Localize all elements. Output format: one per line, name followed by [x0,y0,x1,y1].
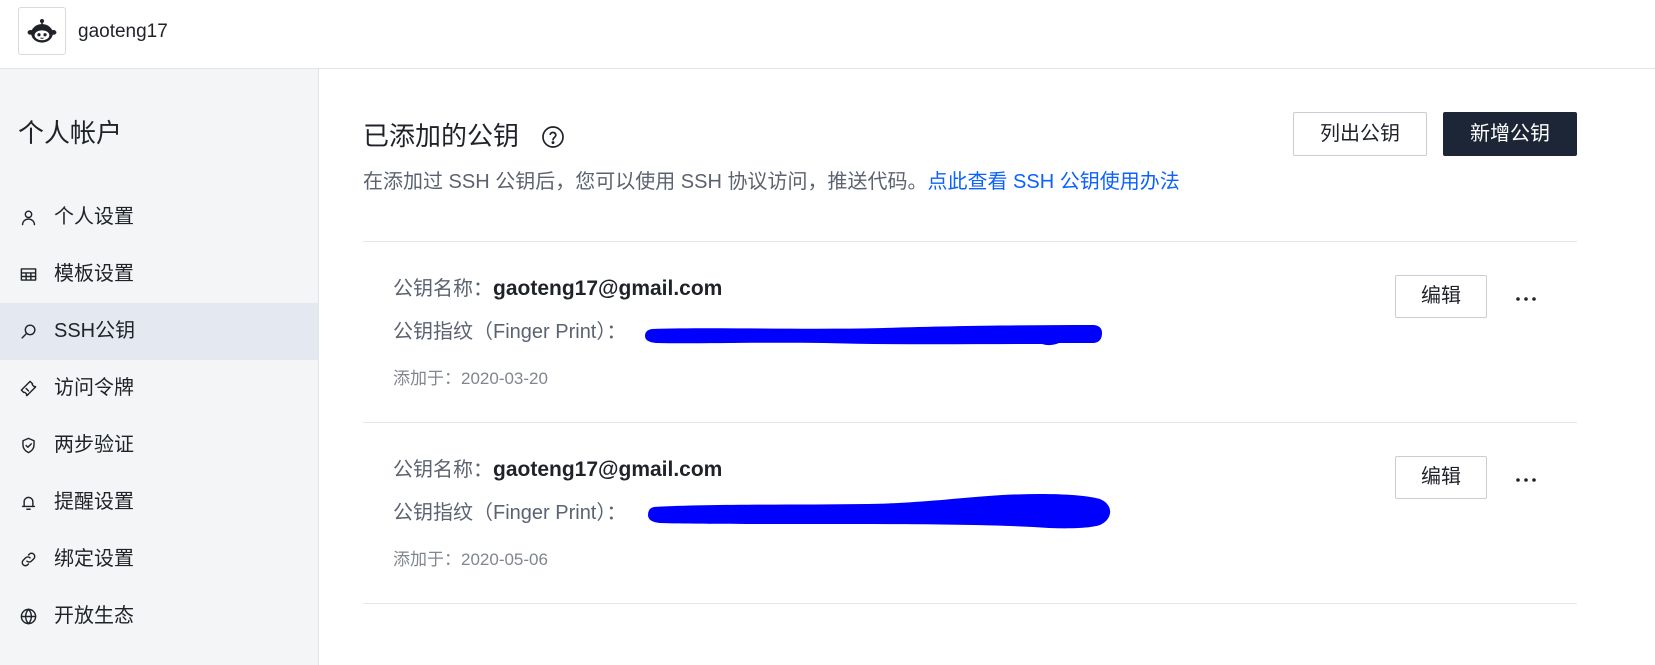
key-name-label: 公钥名称： [393,278,493,300]
key-added-date: 添加于：2020-05-06 [393,549,548,571]
sidebar-item-label: 两步验证 [54,434,134,456]
ssh-key-item: 公钥名称：gaoteng17@gmail.com 公钥指纹（Finger Pri… [363,423,1577,604]
key-name-value: gaoteng17@gmail.com [493,458,723,481]
sidebar-item-binding-settings[interactable]: 绑定设置 [0,531,318,588]
ssh-key-help-link[interactable]: 点此查看 SSH 公钥使用办法 [927,171,1179,193]
sidebar: 个人帐户 个人设置 模板设置 SSH公钥 访问令牌 两步验证 提醒设置 绑定设置… [0,69,319,665]
key-fingerprint-label: 公钥指纹（Finger Print）： [393,321,627,343]
sidebar-item-personal-settings[interactable]: 个人设置 [0,189,318,246]
table-icon [19,265,38,284]
sidebar-menu: 个人设置 模板设置 SSH公钥 访问令牌 两步验证 提醒设置 绑定设置 开放生态 [0,189,318,645]
sidebar-item-label: 个人设置 [54,206,134,228]
edit-key-button[interactable]: 编辑 [1395,456,1487,499]
bell-icon [19,493,38,512]
sidebar-item-label: 绑定设置 [54,548,134,570]
edit-key-button[interactable]: 编辑 [1395,275,1487,318]
page-title: 已添加的公钥 [363,121,520,151]
user-icon [19,208,38,227]
page-description: 在添加过 SSH 公钥后，您可以使用 SSH 协议访问，推送代码。点此查看 SS… [363,169,1180,195]
sidebar-item-open-ecosystem[interactable]: 开放生态 [0,588,318,645]
sidebar-item-notification-settings[interactable]: 提醒设置 [0,474,318,531]
sidebar-item-label: SSH公钥 [54,320,136,342]
question-circle-icon[interactable] [541,125,565,149]
key-added-date: 添加于：2020-03-20 [393,368,548,390]
sidebar-item-access-tokens[interactable]: 访问令牌 [0,360,318,417]
ssh-key-item: 公钥名称：gaoteng17@gmail.com 公钥指纹（Finger Pri… [363,242,1577,423]
ssh-key-list: 公钥名称：gaoteng17@gmail.com 公钥指纹（Finger Pri… [363,241,1577,604]
sidebar-item-ssh-keys[interactable]: SSH公钥 [0,303,318,360]
sidebar-item-two-step-verification[interactable]: 两步验证 [0,417,318,474]
key-added-label: 添加于： [393,369,461,388]
add-key-button[interactable]: 新增公钥 [1443,112,1577,156]
sidebar-item-label: 提醒设置 [54,491,134,513]
sidebar-item-template-settings[interactable]: 模板设置 [0,246,318,303]
key-added-value: 2020-03-20 [461,369,548,388]
sidebar-item-label: 访问令牌 [54,377,134,399]
key-name-value: gaoteng17@gmail.com [493,277,723,300]
description-text: 在添加过 SSH 公钥后，您可以使用 SSH 协议访问，推送代码。 [363,171,928,193]
globe-icon [19,607,38,626]
top-header: gaoteng17 [0,0,1655,69]
key-name-line: 公钥名称：gaoteng17@gmail.com [393,276,722,302]
link-icon [19,550,38,569]
key-added-label: 添加于： [393,550,461,569]
list-keys-button[interactable]: 列出公钥 [1293,112,1427,156]
shield-check-icon [19,436,38,455]
key-name-label: 公钥名称： [393,459,493,481]
sidebar-item-label: 开放生态 [54,605,134,627]
key-fingerprint-line: 公钥指纹（Finger Print）： [393,319,626,345]
redacted-fingerprint [648,494,1111,529]
more-horizontal-icon[interactable] [1516,297,1536,301]
key-fingerprint-label: 公钥指纹（Finger Print）： [393,502,627,524]
key-fingerprint-line: 公钥指纹（Finger Print）： [393,500,626,526]
search-icon [19,322,38,341]
ticket-icon [19,379,38,398]
sidebar-title: 个人帐户 [18,118,123,148]
redacted-fingerprint [645,325,1102,346]
user-avatar[interactable] [18,7,66,55]
sidebar-item-label: 模板设置 [54,263,134,285]
username[interactable]: gaoteng17 [78,20,168,44]
key-added-value: 2020-05-06 [461,550,548,569]
key-name-line: 公钥名称：gaoteng17@gmail.com [393,457,722,483]
more-horizontal-icon[interactable] [1516,478,1536,482]
octopus-avatar-icon [27,19,57,43]
